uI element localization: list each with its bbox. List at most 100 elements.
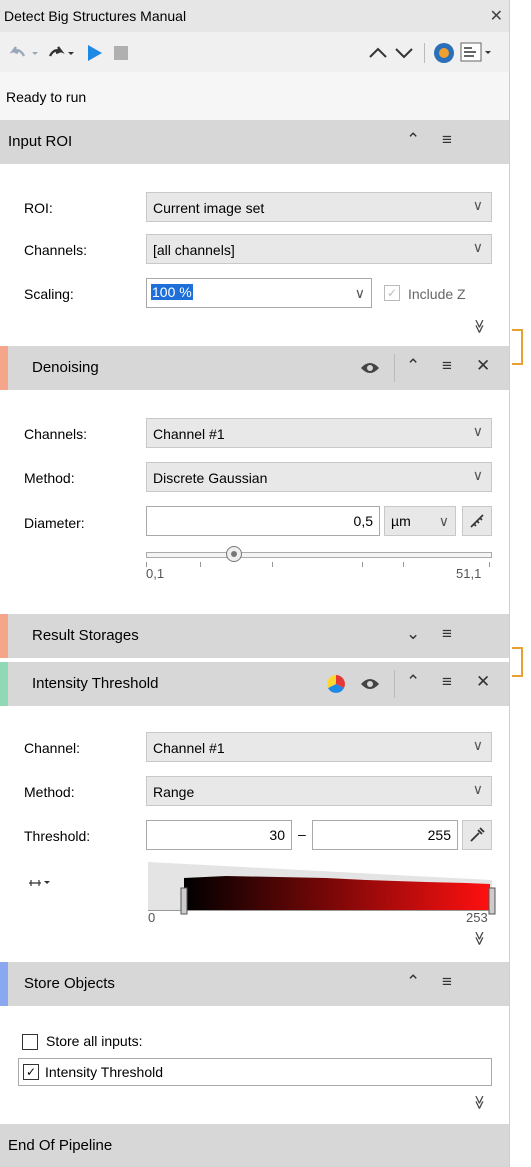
range-low-handle[interactable]: [180, 887, 188, 915]
undo-icon[interactable]: [10, 46, 26, 57]
threshold-method-label: Method:: [24, 784, 75, 800]
threshold-method-value: Range: [153, 784, 195, 800]
chevron-down-icon: ∨: [472, 239, 483, 255]
denoising-title: Denoising: [32, 359, 99, 376]
measure-button[interactable]: [462, 506, 492, 536]
pipeline-connector-strip: [509, 0, 531, 1167]
end-of-pipeline-title: End Of Pipeline: [8, 1137, 113, 1154]
eyedropper-icon: [470, 827, 485, 842]
close-icon[interactable]: ✕: [476, 356, 490, 376]
threshold-channel-value: Channel #1: [153, 740, 225, 756]
histogram-axis: [148, 910, 492, 911]
connector-icon: [512, 647, 523, 677]
undo-dropdown-icon[interactable]: [32, 52, 38, 55]
intensity-threshold-item-checkbox[interactable]: ✓: [23, 1064, 39, 1080]
denoise-channels-select[interactable]: Channel #1 ∨: [146, 418, 492, 448]
chevron-down-icon: ∨: [472, 781, 483, 797]
collapse-icon[interactable]: ⌃: [406, 356, 420, 376]
collapse-icon[interactable]: ⌃: [406, 672, 420, 692]
close-icon[interactable]: ✕: [476, 672, 490, 692]
menu-icon[interactable]: ≡: [442, 972, 452, 992]
ruler-icon: [470, 514, 484, 528]
collapse-icon[interactable]: ⌃: [406, 972, 420, 992]
channels-label: Channels:: [24, 242, 88, 258]
denoise-channels-label: Channels:: [24, 426, 88, 442]
menu-icon[interactable]: ≡: [442, 356, 452, 376]
expand-icon[interactable]: ⌄: [406, 624, 420, 644]
channels-select[interactable]: [all channels] ∨: [146, 234, 492, 264]
slider-max-label: 51,1: [456, 566, 482, 581]
intensity-threshold-header[interactable]: Intensity Threshold ⌃ ≡ ✕: [0, 662, 509, 706]
denoise-channels-value: Channel #1: [153, 426, 225, 442]
chevron-down-icon: ∨: [472, 737, 483, 753]
eye-icon[interactable]: [360, 676, 380, 692]
threshold-dash: –: [298, 826, 306, 842]
threshold-low-input[interactable]: 30: [146, 820, 292, 850]
status-bar: Ready to run: [0, 72, 509, 127]
threshold-high-input[interactable]: 255: [312, 820, 458, 850]
roi-value: Current image set: [153, 200, 265, 216]
roi-label: ROI:: [24, 200, 53, 216]
include-z-checkbox[interactable]: ✓: [384, 285, 400, 301]
result-storages-accent: [0, 614, 8, 658]
unit-value: µm: [391, 513, 411, 529]
slider-track: [146, 552, 492, 558]
eye-icon[interactable]: [360, 360, 380, 376]
menu-icon[interactable]: ≡: [442, 130, 452, 150]
play-icon[interactable]: [88, 45, 102, 61]
chevron-down-icon: ∨: [354, 285, 365, 301]
result-storages-title: Result Storages: [32, 627, 139, 644]
range-mode-icon[interactable]: [28, 877, 50, 889]
redo-icon[interactable]: [48, 46, 65, 57]
connector-icon: [512, 329, 523, 365]
expand-icon[interactable]: ≫: [471, 319, 488, 334]
intensity-histogram[interactable]: [146, 856, 498, 920]
denoise-method-select[interactable]: Discrete Gaussian ∨: [146, 462, 492, 492]
scaling-input[interactable]: 100 % ∨: [146, 278, 372, 308]
layout-icon[interactable]: [460, 42, 491, 62]
threshold-method-select[interactable]: Range ∨: [146, 776, 492, 806]
channels-value: [all channels]: [153, 242, 235, 258]
menu-icon[interactable]: ≡: [442, 624, 452, 644]
range-high-handle[interactable]: [488, 887, 496, 915]
close-window-button[interactable]: ✕: [490, 6, 503, 26]
threshold-channel-select[interactable]: Channel #1 ∨: [146, 732, 492, 762]
window-title: Detect Big Structures Manual: [4, 8, 187, 24]
result-storages-header[interactable]: Result Storages ⌄ ≡: [0, 614, 509, 658]
move-down-icon[interactable]: [395, 48, 413, 59]
pick-color-button[interactable]: [462, 820, 492, 850]
unit-select[interactable]: µm ∨: [384, 506, 456, 536]
collapse-icon[interactable]: ⌃: [406, 130, 420, 150]
expand-icon[interactable]: ≫: [471, 931, 488, 946]
slider-thumb[interactable]: [226, 546, 242, 562]
denoising-header[interactable]: Denoising ⌃ ≡ ✕: [0, 346, 509, 390]
diameter-slider[interactable]: [146, 546, 492, 580]
menu-icon[interactable]: ≡: [442, 672, 452, 692]
diameter-input[interactable]: 0,5: [146, 506, 380, 536]
stop-icon[interactable]: [114, 46, 128, 60]
denoise-method-value: Discrete Gaussian: [153, 470, 268, 486]
store-objects-title: Store Objects: [24, 975, 115, 992]
store-objects-header[interactable]: Store Objects ⌃ ≡: [0, 962, 509, 1006]
color-wheel-icon[interactable]: [326, 674, 346, 694]
include-z-label: Include Z: [408, 286, 466, 302]
move-up-icon[interactable]: [369, 47, 387, 58]
input-roi-header[interactable]: Input ROI ⌃ ≡: [0, 120, 509, 164]
store-all-inputs-checkbox[interactable]: [22, 1034, 38, 1050]
diameter-value: 0,5: [353, 513, 373, 529]
store-all-inputs-label: Store all inputs:: [46, 1033, 143, 1049]
redo-dropdown-icon[interactable]: [68, 52, 74, 55]
scaling-label: Scaling:: [24, 286, 74, 302]
chevron-down-icon: ∨: [472, 467, 483, 483]
scaling-value: 100 %: [151, 284, 193, 300]
expand-icon[interactable]: ≫: [471, 1095, 488, 1110]
chevron-down-icon: ∨: [472, 423, 483, 439]
intensity-threshold-item-label: Intensity Threshold: [45, 1064, 164, 1080]
intensity-threshold-title: Intensity Threshold: [32, 675, 159, 692]
toolbar: [0, 32, 509, 72]
roi-select[interactable]: Current image set ∨: [146, 192, 492, 222]
input-roi-title: Input ROI: [8, 133, 73, 150]
denoise-method-label: Method:: [24, 470, 75, 486]
brain-gear-icon[interactable]: [434, 43, 454, 63]
histogram-max-label: 253: [466, 910, 488, 925]
